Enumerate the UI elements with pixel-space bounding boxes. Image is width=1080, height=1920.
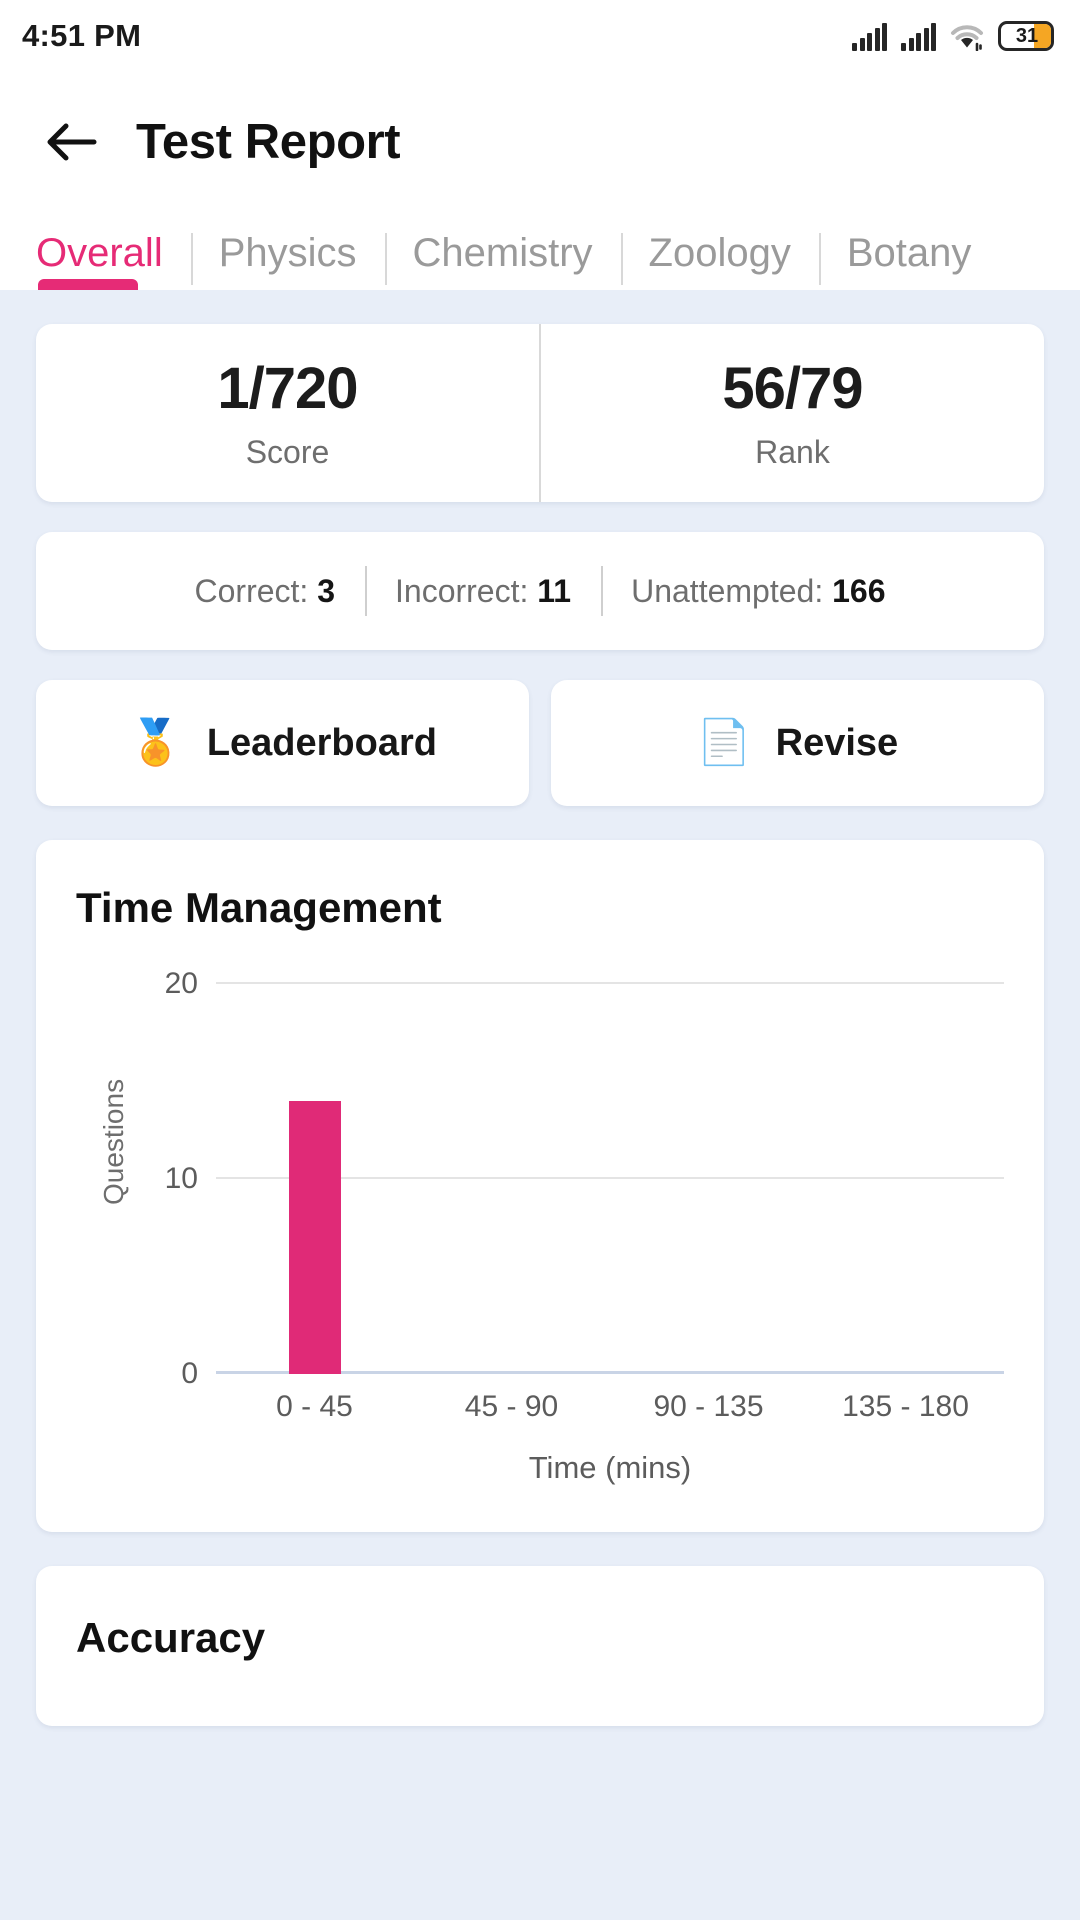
time-management-chart: Questions 0 10 20 — [76, 967, 1004, 1390]
chart-y-ticks: 0 10 20 — [76, 967, 216, 1390]
signal-bars-icon — [852, 23, 887, 51]
score-summary-card: 1/720 Score 56/79 Rank — [36, 324, 1044, 502]
leaderboard-button[interactable]: 🏅 Leaderboard — [36, 680, 529, 806]
chart-y-tick: 20 — [164, 967, 198, 1000]
chart-x-tick-labels: 0 - 45 45 - 90 90 - 135 135 - 180 — [216, 1390, 1004, 1424]
time-management-title: Time Management — [76, 884, 442, 931]
battery-icon: 31 — [998, 21, 1054, 51]
stat-correct-label: Correct: — [194, 572, 309, 609]
rank-value: 56/79 — [722, 356, 863, 421]
chart-bar-slot — [413, 984, 610, 1374]
chart-bar-slot — [610, 984, 807, 1374]
stat-incorrect: Incorrect: 11 — [365, 573, 601, 610]
accuracy-title: Accuracy — [76, 1614, 266, 1661]
status-bar: 4:51 PM 31 — [0, 0, 1080, 72]
tab-chemistry[interactable]: Chemistry — [384, 231, 621, 290]
battery-percent: 31 — [1015, 25, 1039, 47]
tab-zoology[interactable]: Zoology — [620, 231, 819, 290]
document-icon: 📄 — [696, 718, 752, 767]
status-icons: 31 — [852, 21, 1054, 52]
page-title: Test Report — [136, 115, 401, 169]
stat-unattempted-value: 166 — [832, 572, 886, 609]
report-content: 1/720 Score 56/79 Rank Correct: 3 Incorr… — [0, 290, 1080, 1920]
stat-incorrect-value: 11 — [537, 572, 572, 609]
leaderboard-label: Leaderboard — [206, 721, 437, 764]
chart-bar-slot — [216, 984, 413, 1374]
rank-cell: 56/79 Rank — [539, 324, 1044, 502]
stat-unattempted-label: Unattempted: — [631, 572, 824, 609]
time-management-card: Time Management Questions 0 10 20 0 - 45 45… — [36, 840, 1044, 1532]
app-bar: Test Report — [0, 72, 1080, 212]
chart-bar-slot — [807, 984, 1004, 1374]
chart-plot-area — [216, 982, 1004, 1374]
chart-x-tick: 135 - 180 — [842, 1390, 969, 1423]
rank-label: Rank — [755, 434, 830, 470]
stat-correct: Correct: 3 — [165, 573, 365, 610]
chart-x-axis-label: Time (mins) — [528, 1450, 692, 1485]
tab-botany[interactable]: Botany — [818, 231, 1000, 290]
stat-correct-value: 3 — [317, 572, 335, 609]
question-stats-card: Correct: 3 Incorrect: 11 Unattempted: 16… — [36, 532, 1044, 650]
chart-x-tick: 45 - 90 — [464, 1390, 559, 1423]
stat-unattempted: Unattempted: 166 — [601, 573, 915, 610]
tab-bar: Overall Physics Chemistry Zoology Botany — [0, 212, 1080, 290]
medal-icon: 🏅 — [128, 718, 183, 767]
score-label: Score — [245, 434, 330, 470]
tab-physics[interactable]: Physics — [190, 231, 385, 290]
score-cell: 1/720 Score — [36, 324, 539, 502]
revise-label: Revise — [775, 721, 899, 764]
action-buttons-row: 🏅 Leaderboard 📄 Revise — [36, 680, 1044, 806]
chart-y-tick: 0 — [181, 1357, 198, 1390]
revise-button[interactable]: 📄 Revise — [551, 680, 1044, 806]
active-tab-indicator — [38, 279, 138, 290]
stat-incorrect-label: Incorrect: — [395, 572, 529, 609]
chart-y-tick: 10 — [164, 1162, 198, 1195]
status-time: 4:51 PM — [22, 18, 142, 53]
chart-x-tick: 0 - 45 — [276, 1390, 353, 1423]
chart-x-tick: 90 - 135 — [653, 1390, 764, 1423]
chart-bar — [288, 1101, 341, 1374]
chart-bars — [216, 984, 1004, 1374]
wifi-icon — [950, 23, 984, 52]
back-arrow-icon[interactable] — [44, 120, 98, 164]
accuracy-card: Accuracy — [36, 1566, 1044, 1726]
signal-bars-icon-2 — [901, 23, 936, 51]
score-value: 1/720 — [217, 356, 358, 421]
